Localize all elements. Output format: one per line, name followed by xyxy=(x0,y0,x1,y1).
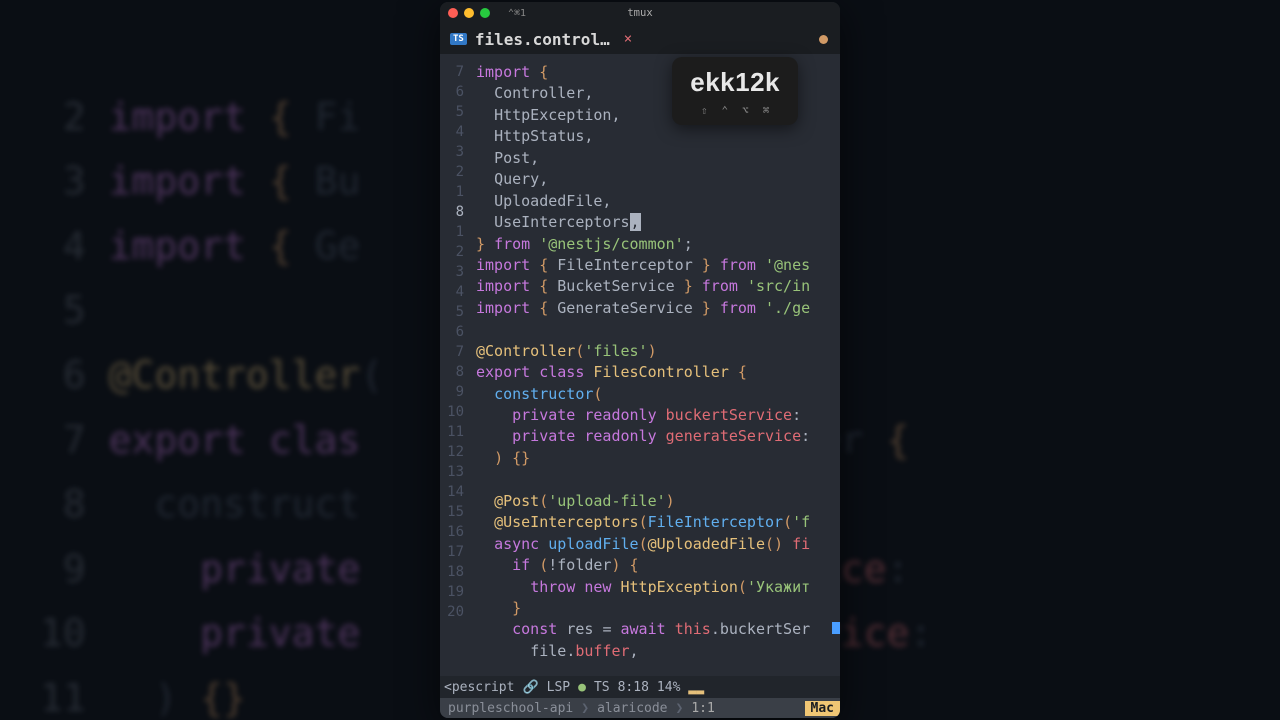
terminal-window: ⌃⌘1 tmux TS files.control… × 7 6 5 4 3 2… xyxy=(440,2,840,718)
keycast-modifiers: ⇧ ⌃ ⌥ ⌘ xyxy=(701,104,770,117)
code-editor[interactable]: 7 6 5 4 3 2 1 8 1 2 3 4 5 6 7 8 9 10 11 … xyxy=(440,54,840,676)
traffic-lights xyxy=(448,8,490,18)
control-icon: ⌃ xyxy=(721,104,728,117)
os-label: Mac xyxy=(805,701,840,716)
titlebar-title: tmux xyxy=(627,7,652,19)
line-number-gutter: 7 6 5 4 3 2 1 8 1 2 3 4 5 6 7 8 9 10 11 … xyxy=(440,54,470,676)
titlebar-shortcut: ⌃⌘1 xyxy=(508,8,526,19)
cursor: , xyxy=(630,213,641,231)
tmux-pane-pos: 1:1 xyxy=(683,701,722,716)
cursor-position: 8:18 xyxy=(618,680,649,695)
command-icon: ⌘ xyxy=(763,104,770,117)
mode-indicator: <pescript xyxy=(444,680,514,695)
filetype-badge: TS xyxy=(450,33,467,45)
tmux-window[interactable]: alaricode xyxy=(589,701,675,716)
code-content[interactable]: import { Controller, HttpException, Http… xyxy=(470,54,810,676)
shift-icon: ⇧ xyxy=(701,104,708,117)
option-icon: ⌥ xyxy=(742,104,749,117)
tab-modified-indicator xyxy=(819,35,828,44)
tab-filename[interactable]: files.control… xyxy=(475,30,610,49)
close-window-button[interactable] xyxy=(448,8,458,18)
progress-block: ▂▂ xyxy=(688,680,704,695)
titlebar[interactable]: ⌃⌘1 tmux xyxy=(440,2,840,24)
separator-icon: ❯ xyxy=(581,701,589,716)
maximize-window-button[interactable] xyxy=(480,8,490,18)
minimize-window-button[interactable] xyxy=(464,8,474,18)
tab-close-icon[interactable]: × xyxy=(624,31,632,47)
link-icon: 🔗 xyxy=(522,680,538,695)
tmux-session[interactable]: purpleschool-api xyxy=(440,701,581,716)
tmux-bar: purpleschool-api❯ alaricode❯ 1:1 Mac xyxy=(440,698,840,718)
scrollbar-indicator[interactable] xyxy=(832,622,840,634)
keycast-overlay: ekk12k ⇧ ⌃ ⌥ ⌘ xyxy=(672,57,798,125)
separator-icon: ❯ xyxy=(676,701,684,716)
keycast-keys: ekk12k xyxy=(690,67,780,98)
status-bar: <pescript 🔗 LSP ● TS 8:18 14% ▂▂ xyxy=(440,676,840,698)
lsp-status-icon: ● xyxy=(578,680,586,695)
scroll-percent: 14% xyxy=(657,680,680,695)
lang-label: TS xyxy=(594,680,610,695)
lsp-label: LSP xyxy=(547,680,570,695)
tab-bar: TS files.control… × xyxy=(440,24,840,54)
